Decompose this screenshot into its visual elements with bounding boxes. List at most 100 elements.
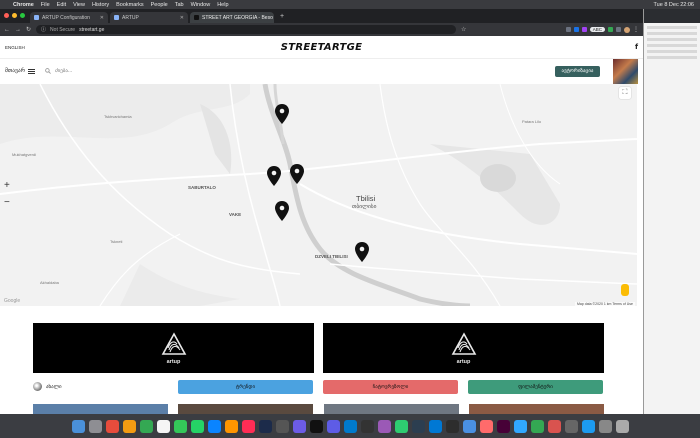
app-icon[interactable] <box>462 419 476 433</box>
minimize-window-button[interactable] <box>12 13 17 18</box>
featured-artwork-thumbnail[interactable] <box>613 58 638 84</box>
xd-icon[interactable] <box>496 419 510 433</box>
messages-icon[interactable] <box>173 419 187 433</box>
photoshop-icon[interactable] <box>258 419 272 433</box>
tab-title: ARTUP Configuration <box>42 14 90 21</box>
close-window-button[interactable] <box>4 13 9 18</box>
chrome-icon[interactable] <box>139 419 153 433</box>
street-art-map[interactable]: Tskhvarichamia Mukhatgverdi Patara Lilo … <box>0 84 637 306</box>
reload-icon[interactable]: ↻ <box>26 26 31 33</box>
menubar-item-bookmarks[interactable]: Bookmarks <box>116 2 144 8</box>
search-input[interactable] <box>55 68 176 74</box>
app-icon[interactable] <box>479 419 493 433</box>
background-app-line <box>647 44 697 47</box>
extension-icon[interactable] <box>581 27 587 32</box>
artwork-card[interactable] <box>323 404 459 414</box>
extension-icon[interactable] <box>573 27 579 32</box>
menubar-clock[interactable]: Tue 8 Dec 22:06 <box>654 2 694 8</box>
site-logo[interactable]: STREETARTGE <box>281 42 363 53</box>
browser-tab[interactable]: ARTUP ✕ <box>110 12 188 23</box>
filter-button-third[interactable]: ფილამენტური <box>468 379 603 394</box>
new-filter[interactable]: ახალი <box>33 382 178 391</box>
profile-avatar[interactable] <box>624 26 630 33</box>
zoom-in-button[interactable]: + <box>4 180 10 191</box>
menubar-item-help[interactable]: Help <box>217 2 228 8</box>
music-icon[interactable] <box>241 419 255 433</box>
menubar-app-name[interactable]: Chrome <box>13 2 34 8</box>
sponsor-banners: artup artup <box>33 323 604 373</box>
menubar-item-edit[interactable]: Edit <box>57 2 66 8</box>
sketch-icon[interactable] <box>224 419 238 433</box>
security-status: Not Secure <box>50 26 76 33</box>
extension-badge[interactable]: ABC <box>589 27 605 32</box>
filezilla-icon[interactable] <box>547 419 561 433</box>
trash-icon[interactable] <box>615 419 629 433</box>
info-icon[interactable]: ⓘ <box>41 26 46 33</box>
back-icon[interactable]: ← <box>4 27 10 33</box>
menubar-item-view[interactable]: View <box>73 2 85 8</box>
map-marker-icon <box>355 242 369 262</box>
new-tab-button[interactable]: + <box>276 13 288 20</box>
vscode-icon[interactable] <box>343 419 357 433</box>
artwork-card[interactable] <box>33 404 168 414</box>
artwork-card[interactable] <box>178 404 314 414</box>
artup-banner[interactable]: artup <box>323 323 604 373</box>
browser-window: ARTUP Configuration ✕ ARTUP ✕ STREET ART… <box>0 9 643 414</box>
main-menu-button[interactable]: მთავარ <box>5 68 36 74</box>
figma-icon[interactable] <box>292 419 306 433</box>
browser-tab[interactable]: ARTUP Configuration ✕ <box>30 12 108 23</box>
forward-icon[interactable]: → <box>15 27 21 33</box>
artwork-card[interactable] <box>468 404 604 414</box>
app-icon[interactable] <box>598 419 612 433</box>
photoshop-2-icon[interactable] <box>513 419 527 433</box>
tab-close-icon[interactable]: ✕ <box>180 15 184 21</box>
app-icon[interactable] <box>564 419 578 433</box>
window-controls <box>4 13 25 18</box>
extension-icon[interactable] <box>565 27 571 32</box>
unity-icon[interactable] <box>360 419 374 433</box>
tab-strip: ARTUP Configuration ✕ ARTUP ✕ STREET ART… <box>0 9 643 23</box>
menubar-item-window[interactable]: Window <box>191 2 211 8</box>
bookmark-star-icon[interactable]: ☆ <box>461 26 466 33</box>
launchpad-icon[interactable] <box>88 419 102 433</box>
more-menu-icon[interactable]: ⋮ <box>633 26 639 33</box>
language-switch[interactable]: ENGLISH <box>5 45 25 50</box>
map-label-tbilisi: Tbilisi <box>356 194 376 203</box>
extension-icon[interactable] <box>616 27 621 32</box>
whatsapp-icon[interactable] <box>190 419 204 433</box>
calendar-icon[interactable] <box>105 419 119 433</box>
map-label-tskneti: Tskneti <box>110 239 123 244</box>
address-bar[interactable]: ⓘ Not Secure streetart.ge <box>36 25 457 34</box>
menubar-item-tab[interactable]: Tab <box>175 2 184 8</box>
github-icon[interactable] <box>445 419 459 433</box>
maximize-window-button[interactable] <box>20 13 25 18</box>
login-button[interactable]: ავტორიზაცია <box>555 65 600 77</box>
map-attribution[interactable]: Map data ©2020 1 km Terms of Use <box>574 302 635 306</box>
app-icon[interactable] <box>581 419 595 433</box>
discord-icon[interactable] <box>326 419 340 433</box>
chrome-2-icon[interactable] <box>530 419 544 433</box>
menubar-item-people[interactable]: People <box>151 2 168 8</box>
artup-banner[interactable]: artup <box>33 323 314 373</box>
browser-tab-active[interactable]: STREET ART GEORGIA - Beso ✕ <box>190 12 274 23</box>
app-icon[interactable] <box>428 419 442 433</box>
blender-icon[interactable] <box>275 419 289 433</box>
tab-close-icon[interactable]: ✕ <box>100 15 104 21</box>
fullscreen-icon[interactable]: ⛶ <box>619 87 631 99</box>
sourcetree-icon[interactable] <box>411 419 425 433</box>
app-icon[interactable] <box>377 419 391 433</box>
zoom-out-button[interactable]: − <box>4 197 10 208</box>
photos-icon[interactable] <box>156 419 170 433</box>
menubar-item-history[interactable]: History <box>92 2 109 8</box>
terminal-icon[interactable] <box>309 419 323 433</box>
firefox-icon[interactable] <box>122 419 136 433</box>
messenger-icon[interactable] <box>207 419 221 433</box>
finder-icon[interactable] <box>71 419 85 433</box>
app-icon[interactable] <box>394 419 408 433</box>
extension-icon[interactable] <box>608 27 613 32</box>
street-view-pegman-icon[interactable] <box>621 284 629 296</box>
filter-button-trend[interactable]: ტრენდი <box>178 379 313 394</box>
filter-button-second[interactable]: ჩატოვრეზოლი <box>323 379 458 394</box>
facebook-icon[interactable]: f <box>635 43 638 51</box>
menubar-item-file[interactable]: File <box>41 2 50 8</box>
